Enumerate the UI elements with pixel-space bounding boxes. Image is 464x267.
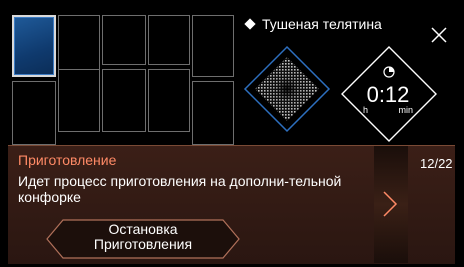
timer-unit-hours: h (363, 105, 369, 115)
zone-3[interactable] (102, 15, 146, 65)
cooking-zones-grid (12, 15, 234, 145)
dish-name: Тушеная телятина (262, 16, 382, 32)
zone-7[interactable] (58, 69, 100, 132)
chevron-right-icon[interactable] (380, 190, 400, 218)
zone-1[interactable] (12, 15, 56, 77)
zone-10[interactable] (192, 81, 234, 145)
panel-title: Приготовление (18, 152, 117, 168)
zone-5[interactable] (192, 15, 234, 77)
zone-8[interactable] (102, 69, 146, 132)
stop-cooking-label-line1: Остановка (108, 221, 178, 237)
zone-4[interactable] (148, 15, 190, 65)
diamond-icon (244, 18, 256, 30)
stop-cooking-label: Остановка Приготовления (45, 222, 241, 252)
timer-value: 0:12 (366, 82, 410, 107)
panel-message: Идет процесс приготовления на дополни-те… (18, 173, 342, 205)
clock-icon (383, 66, 395, 78)
page-indicator: 12/22 (420, 156, 453, 171)
heat-pattern-icon[interactable] (243, 45, 331, 133)
zone-6[interactable] (12, 81, 56, 145)
stop-cooking-label-line2: Приготовления (93, 236, 193, 252)
zone-9[interactable] (148, 69, 190, 132)
timer-unit-minutes: min (398, 105, 413, 115)
dish-title: Тушеная телятина (244, 16, 382, 32)
close-icon[interactable] (430, 26, 448, 44)
timer-units: h min (363, 105, 413, 115)
zone-2[interactable] (58, 15, 100, 77)
